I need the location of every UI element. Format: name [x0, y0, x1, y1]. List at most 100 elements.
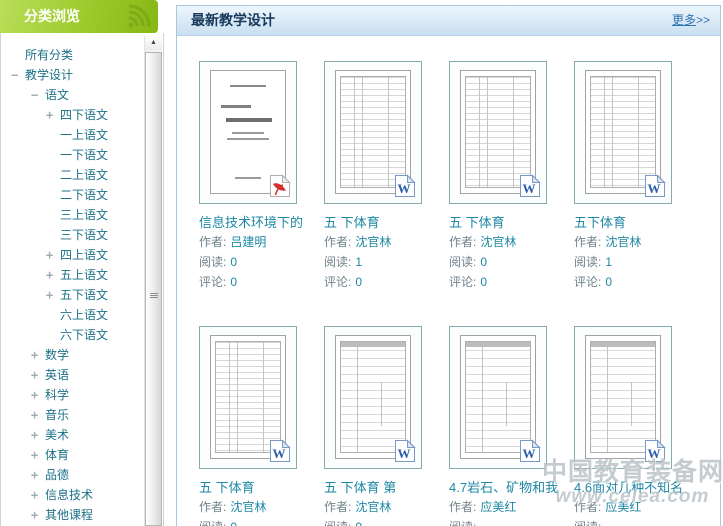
document-thumbnail[interactable]: W — [324, 61, 422, 204]
word-file-icon: W — [519, 439, 541, 463]
expand-plus-icon[interactable]: + — [31, 385, 38, 405]
category-link[interactable]: 体育 — [45, 448, 69, 462]
category-link[interactable]: 英语 — [45, 368, 69, 382]
category-link[interactable]: 美术 — [45, 428, 69, 442]
reads-count-line: 阅读:0 — [324, 517, 436, 526]
meta-label: 作者: — [574, 500, 601, 514]
word-file-icon: W — [394, 439, 416, 463]
design-title-link[interactable]: 信息技术环境下的 — [199, 213, 311, 232]
category-link[interactable]: 其他课程 — [45, 508, 93, 522]
svg-text:W: W — [273, 446, 286, 461]
sidebar-item: + 体育 — [1, 445, 163, 465]
document-thumbnail[interactable]: W — [199, 326, 297, 469]
reads-count-line: 阅读:0 — [449, 252, 561, 272]
sidebar-item: + 品德 — [1, 465, 163, 485]
design-title-link[interactable]: 五 下体育 — [324, 213, 436, 232]
svg-text:W: W — [398, 181, 411, 196]
collapse-minus-icon[interactable]: − — [11, 65, 18, 85]
expand-plus-icon[interactable]: + — [31, 505, 38, 525]
expand-plus-icon[interactable]: + — [31, 425, 38, 445]
design-title-link[interactable]: 4.6面对几种不知名 — [574, 478, 686, 497]
category-link[interactable]: 六下语文 — [60, 328, 108, 342]
author-link[interactable]: 沈官林 — [230, 500, 266, 514]
sidebar-header: 分类浏览 — [0, 0, 158, 33]
reads-count: 0 — [355, 520, 362, 526]
category-link[interactable]: 三上语文 — [60, 208, 108, 222]
category-link[interactable]: 教学设计 — [25, 68, 73, 82]
expand-plus-icon[interactable]: + — [31, 405, 38, 425]
document-thumbnail[interactable]: W — [574, 326, 672, 469]
document-thumbnail[interactable]: W — [449, 326, 547, 469]
category-link[interactable]: 一上语文 — [60, 128, 108, 142]
more-link[interactable]: 更多>> — [672, 6, 710, 35]
category-link[interactable]: 品德 — [45, 468, 69, 482]
scrollbar-thumb[interactable] — [145, 52, 162, 526]
design-title-link[interactable]: 五下体育 — [574, 213, 686, 232]
category-link[interactable]: 二上语文 — [60, 168, 108, 182]
expand-plus-icon[interactable]: + — [46, 105, 53, 125]
meta-label: 作者: — [449, 500, 476, 514]
author-link[interactable]: 吕建明 — [230, 235, 266, 249]
category-link[interactable]: 信息技术 — [45, 488, 93, 502]
category-link[interactable]: 三下语文 — [60, 228, 108, 242]
collapse-minus-icon[interactable]: − — [31, 85, 38, 105]
sidebar-item: + 五上语文 — [1, 265, 163, 285]
author-link[interactable]: 沈官林 — [480, 235, 516, 249]
meta-label: 评论: — [449, 275, 476, 289]
sidebar-item: −教学设计 — [1, 65, 163, 85]
meta-label: 阅读: — [199, 255, 226, 269]
sidebar-item: 六下语文 — [1, 325, 163, 345]
meta-label: 阅读: — [449, 255, 476, 269]
sidebar-item: 二上语文 — [1, 165, 163, 185]
design-title-link[interactable]: 五 下体育 第 — [324, 478, 436, 497]
author-link[interactable]: 应美红 — [480, 500, 516, 514]
word-file-icon: W — [644, 174, 666, 198]
design-title-link[interactable]: 五 下体育 — [199, 478, 311, 497]
category-link[interactable]: 四下语文 — [60, 108, 108, 122]
meta-label: 作者: — [574, 235, 601, 249]
author-link[interactable]: 沈官林 — [355, 500, 391, 514]
panel-title: 最新教学设计 — [191, 6, 275, 35]
category-link[interactable]: 二下语文 — [60, 188, 108, 202]
reads-count-line: 阅读:0 — [199, 517, 311, 526]
meta-label: 作者: — [199, 235, 226, 249]
document-thumbnail[interactable] — [199, 61, 297, 204]
document-thumbnail[interactable]: W — [574, 61, 672, 204]
sidebar-item: + 四上语文 — [1, 245, 163, 265]
category-link[interactable]: 五上语文 — [60, 268, 108, 282]
document-thumbnail[interactable]: W — [449, 61, 547, 204]
meta-label: 作者: — [449, 235, 476, 249]
expand-plus-icon[interactable]: + — [46, 245, 53, 265]
category-link[interactable]: 四上语文 — [60, 248, 108, 262]
reads-count: 1 — [355, 255, 362, 269]
author-link[interactable]: 应美红 — [605, 500, 641, 514]
expand-plus-icon[interactable]: + — [31, 345, 38, 365]
scroll-up-button[interactable]: ▲ — [145, 36, 162, 50]
category-link[interactable]: 音乐 — [45, 408, 69, 422]
meta-label: 评论: — [574, 275, 601, 289]
meta-label: 阅读: — [324, 255, 351, 269]
sidebar-item: + 五下语文 — [1, 285, 163, 305]
category-link[interactable]: 科学 — [45, 388, 69, 402]
cards-row-2: W五 下体育作者:沈官林阅读:0评论:W五 下体育 第作者:沈官林阅读:0评论:… — [199, 326, 686, 526]
category-link[interactable]: 一下语文 — [60, 148, 108, 162]
expand-plus-icon[interactable]: + — [31, 465, 38, 485]
author-link[interactable]: 沈官林 — [355, 235, 391, 249]
expand-plus-icon[interactable]: + — [31, 485, 38, 505]
category-link[interactable]: 所有分类 — [25, 48, 73, 62]
category-link[interactable]: 语文 — [45, 88, 69, 102]
latest-designs-panel: 最新教学设计 更多>> 信息技术环境下的作者: 吕建明阅读:0 评论: 0 W 五 下体育… — [176, 5, 721, 526]
category-link[interactable]: 数学 — [45, 348, 69, 362]
design-title-link[interactable]: 五 下体育 — [449, 213, 561, 232]
document-thumbnail[interactable]: W — [324, 326, 422, 469]
expand-plus-icon[interactable]: + — [31, 365, 38, 385]
design-title-link[interactable]: 4.7岩石、矿物和我 — [449, 478, 561, 497]
design-card: W五 下体育 第作者:沈官林阅读:0评论: — [324, 326, 436, 526]
expand-plus-icon[interactable]: + — [31, 445, 38, 465]
expand-plus-icon[interactable]: + — [46, 265, 53, 285]
category-link[interactable]: 五下语文 — [60, 288, 108, 302]
sidebar-scrollbar[interactable]: ▲ — [144, 36, 162, 526]
category-link[interactable]: 六上语文 — [60, 308, 108, 322]
expand-plus-icon[interactable]: + — [46, 285, 53, 305]
author-link[interactable]: 沈官林 — [605, 235, 641, 249]
